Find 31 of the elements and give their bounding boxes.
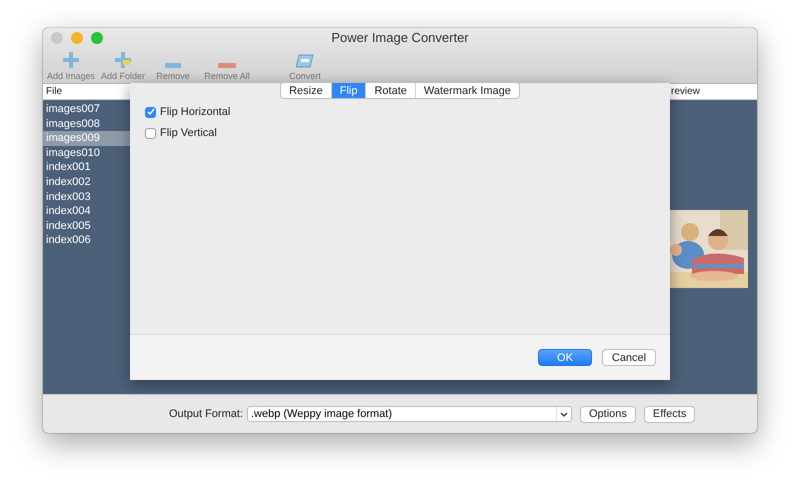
bar-button[interactable]: Options [580, 406, 636, 422]
checkbox-label: Flip Vertical [160, 127, 217, 139]
file-list-item[interactable]: index003 [43, 190, 130, 204]
file-list-item[interactable]: index001 [43, 160, 130, 175]
file-list-item[interactable]: images008 [43, 116, 130, 132]
plus-icon [63, 52, 79, 68]
zoom-button[interactable] [91, 32, 103, 44]
checkbox-label: Flip Horizontal [160, 106, 230, 118]
dialog-tab[interactable]: Watermark Image [414, 83, 519, 98]
minimize-button[interactable] [71, 32, 83, 44]
file-list-item[interactable]: index002 [43, 174, 130, 190]
dialog-button[interactable]: Cancel [602, 349, 656, 366]
column-header: File [43, 84, 130, 100]
folder-plus-icon [115, 52, 131, 68]
output-format-label: Output Format: [169, 408, 243, 420]
checkbox[interactable] [145, 128, 156, 138]
bar-button[interactable]: Effects [644, 406, 696, 422]
close-button[interactable] [51, 32, 63, 44]
minus-icon [218, 63, 236, 68]
dialog-tab[interactable]: Flip [330, 83, 366, 98]
format-dropdown[interactable]: .webp (Weppy image format) [246, 406, 572, 422]
window-title: Power Image Converter [331, 30, 469, 45]
column-header: review [668, 84, 757, 100]
file-list-item[interactable]: index005 [43, 218, 130, 234]
file-list-item[interactable]: images010 [43, 146, 130, 160]
file-list-item[interactable]: images007 [43, 102, 130, 117]
convert-icon [296, 54, 314, 68]
file-list-item[interactable]: index004 [43, 204, 130, 219]
checkbox[interactable] [145, 106, 156, 118]
file-list-item[interactable]: index006 [43, 233, 130, 248]
minus-icon [165, 63, 181, 68]
